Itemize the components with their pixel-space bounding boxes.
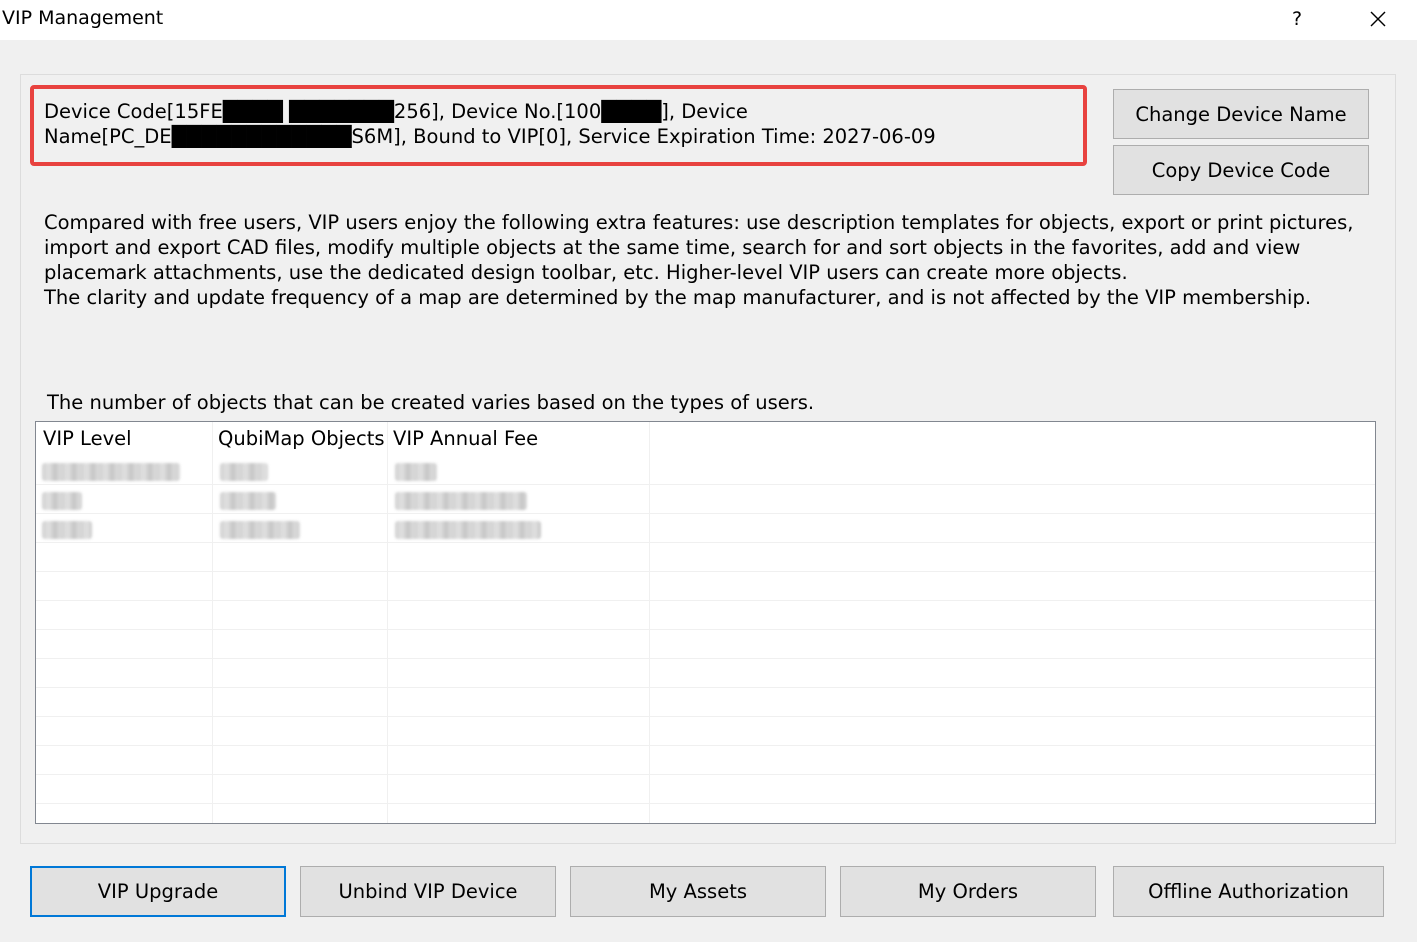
table-cell [220,463,268,481]
change-device-name-button[interactable]: Change Device Name [1113,89,1369,139]
map-clarity-text: The clarity and update frequency of a ma… [44,286,1312,309]
table-cell [220,521,300,539]
vip-upgrade-button[interactable]: VIP Upgrade [30,866,286,917]
vip-management-dialog: VIP Management ? Device Code[15FE████ ██… [0,0,1417,942]
my-orders-button[interactable]: My Orders [840,866,1096,917]
column-divider [649,422,650,823]
table-cell [220,492,276,510]
vip-description: Compared with free users, VIP users enjo… [44,210,1384,310]
column-divider [212,422,213,823]
table-row[interactable] [42,492,82,510]
table-caption: The number of objects that can be create… [47,391,815,414]
help-icon[interactable]: ? [1284,6,1310,32]
close-icon[interactable] [1362,4,1394,34]
column-header-vip-level[interactable]: VIP Level [43,427,132,450]
column-header-qubimap-objects[interactable]: QubiMap Objects [218,427,385,450]
window-title: VIP Management [2,7,164,29]
table-row[interactable] [42,521,92,539]
table-cell [395,521,541,539]
table-cell [395,492,527,510]
device-info-box: Device Code[15FE████ ███████256], Device… [30,85,1087,166]
my-assets-button[interactable]: My Assets [570,866,826,917]
column-header-vip-annual-fee[interactable]: VIP Annual Fee [393,427,538,450]
vip-features-text: Compared with free users, VIP users enjo… [44,211,1354,284]
unbind-vip-device-button[interactable]: Unbind VIP Device [300,866,556,917]
copy-device-code-button[interactable]: Copy Device Code [1113,145,1369,195]
column-divider [387,422,388,823]
table-cell [395,463,437,481]
title-bar: VIP Management ? [0,0,1417,40]
device-info-text: Device Code[15FE████ ███████256], Device… [44,100,936,148]
vip-level-table[interactable]: VIP Level QubiMap Objects VIP Annual Fee [35,421,1376,824]
table-row[interactable] [42,463,180,481]
offline-authorization-button[interactable]: Offline Authorization [1113,866,1384,917]
